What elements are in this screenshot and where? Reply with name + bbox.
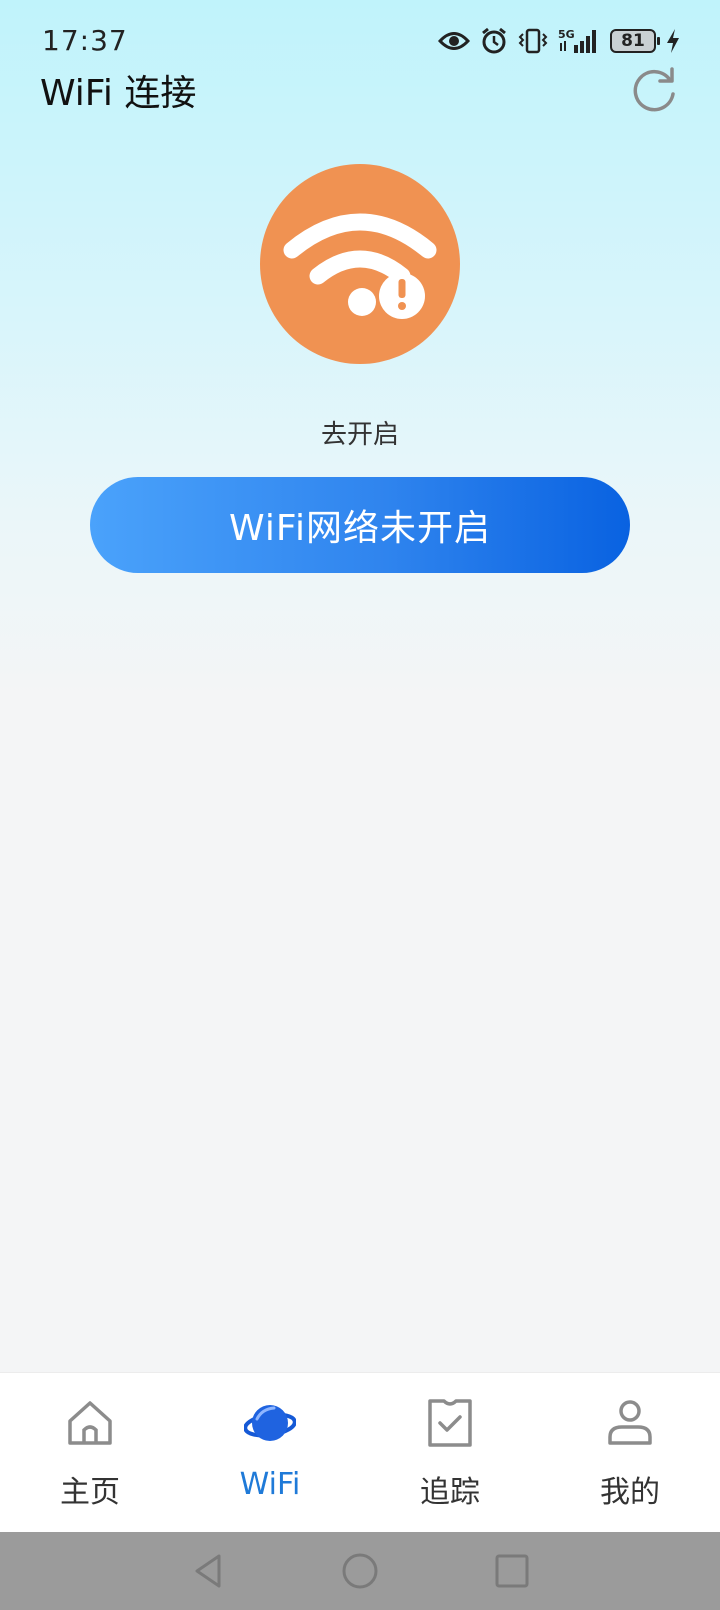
- network-type: 5G: [558, 28, 575, 41]
- nav-label-profile: 我的: [600, 1475, 660, 1510]
- refresh-icon: [633, 67, 675, 112]
- nav-label-wifi: WiFi: [239, 1467, 301, 1502]
- profile-icon: [608, 1400, 652, 1445]
- status-time: 17:37: [42, 24, 128, 57]
- charging-icon: [667, 29, 679, 53]
- nav-label-home: 主页: [60, 1475, 120, 1510]
- enable-wifi-label[interactable]: 去开启: [0, 414, 720, 451]
- signal-icon: 5G: [558, 28, 596, 53]
- status-icons: 5G 81: [438, 26, 680, 56]
- refresh-button[interactable]: [628, 64, 680, 116]
- home-circle-icon[interactable]: [337, 1548, 383, 1594]
- planet-icon: [244, 1405, 296, 1441]
- nav-item-wifi[interactable]: WiFi: [180, 1373, 360, 1533]
- battery-level: 81: [621, 31, 645, 51]
- wifi-warning-icon: [260, 164, 460, 364]
- wifi-status-button[interactable]: WiFi网络未开启: [90, 477, 630, 573]
- nav-item-profile[interactable]: 我的: [540, 1373, 720, 1533]
- page-title: WiFi 连接: [40, 73, 197, 114]
- tracking-icon: [428, 1399, 472, 1447]
- nav-item-tracking[interactable]: 追踪: [360, 1373, 540, 1533]
- alarm-icon: [482, 27, 506, 54]
- home-icon: [68, 1401, 112, 1445]
- eye-icon: [438, 32, 470, 50]
- system-nav-bar: [0, 1532, 720, 1610]
- back-icon[interactable]: [187, 1548, 233, 1594]
- bottom-nav: 主页 WiFi 追踪 我的: [0, 1372, 720, 1533]
- recents-icon[interactable]: [489, 1548, 535, 1594]
- nav-label-tracking: 追踪: [420, 1475, 480, 1510]
- nav-item-home[interactable]: 主页: [0, 1373, 180, 1533]
- battery-icon: 81: [610, 29, 660, 53]
- vibrate-icon: [518, 28, 548, 54]
